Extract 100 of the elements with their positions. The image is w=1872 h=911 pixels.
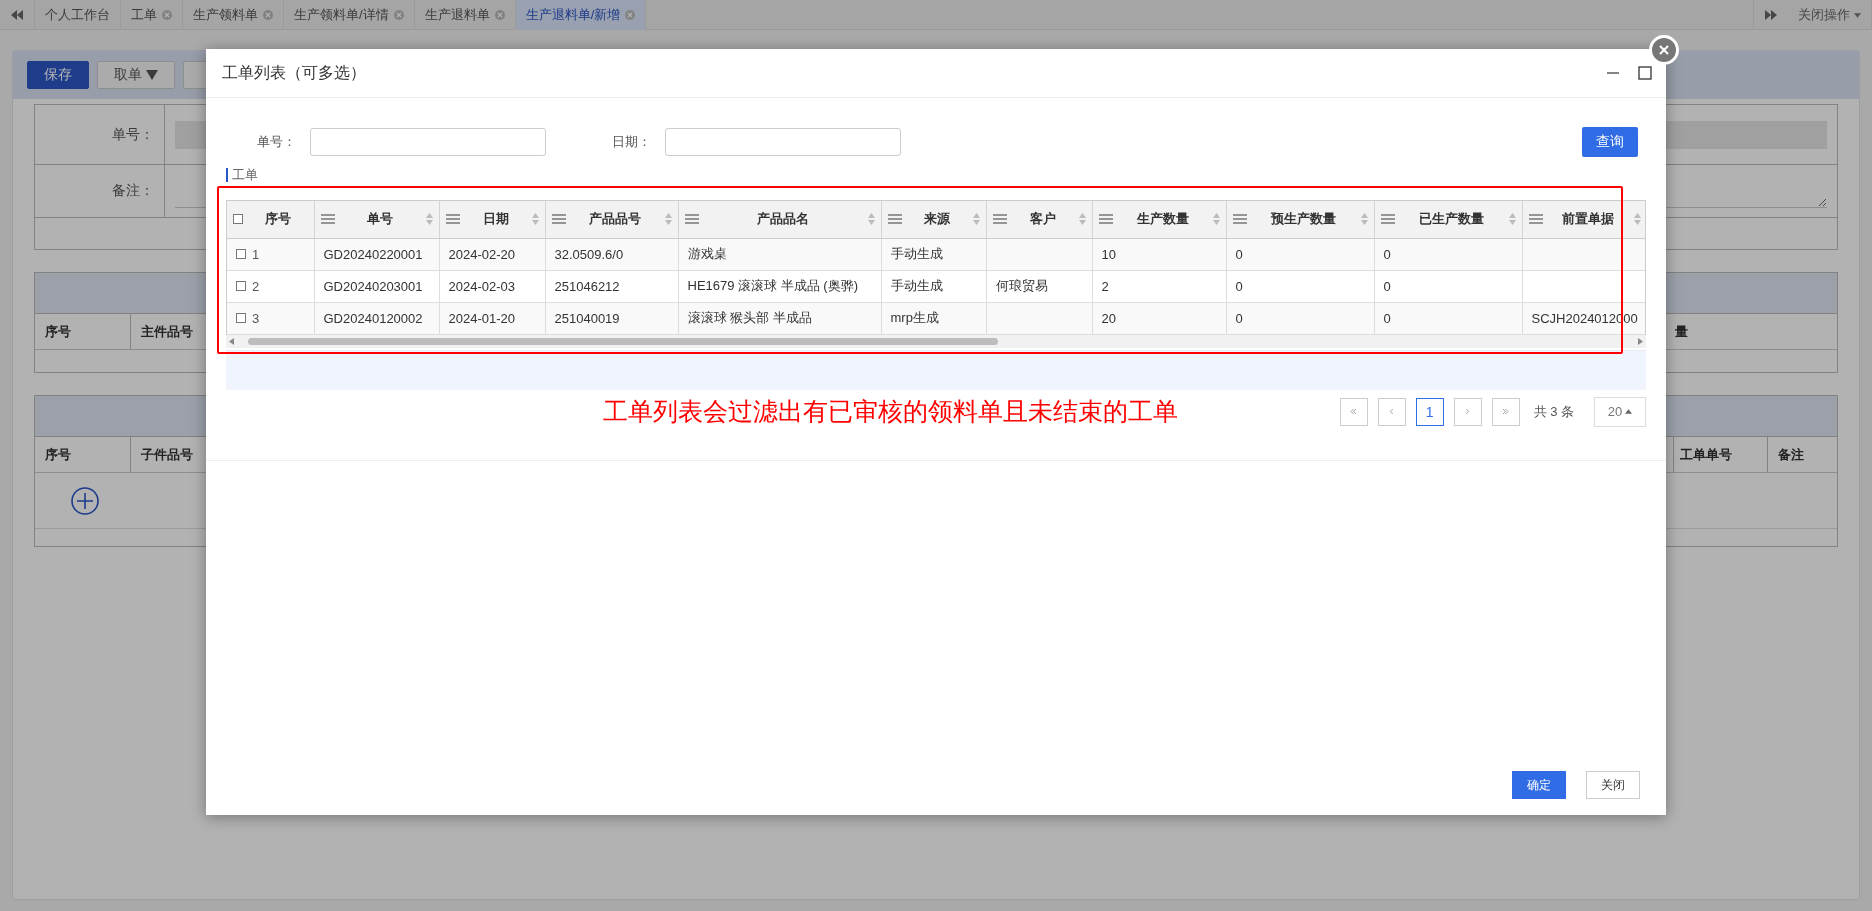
- sort-icon[interactable]: [425, 213, 433, 226]
- filter-label: 单号：: [256, 133, 297, 151]
- column-header: 量: [1674, 322, 1689, 341]
- input-field[interactable]: [665, 128, 901, 156]
- page-size-select[interactable]: 20: [1594, 396, 1646, 427]
- menu-icon[interactable]: [1528, 214, 1543, 225]
- table-cell: mrp生成: [881, 302, 986, 334]
- column-header[interactable]: 产品品名: [678, 201, 881, 238]
- confirm-button[interactable]: 确定: [1512, 771, 1566, 799]
- checkbox[interactable]: [233, 214, 243, 225]
- column-header[interactable]: 日期: [439, 201, 545, 238]
- previous-page-button[interactable]: [1377, 397, 1406, 426]
- sort-icon[interactable]: [531, 213, 539, 226]
- tab[interactable]: 生产领料单/详情: [284, 0, 415, 30]
- menu-icon[interactable]: [1232, 214, 1247, 225]
- close-button[interactable]: 关闭: [1586, 771, 1640, 799]
- close-icon[interactable]: [494, 10, 505, 20]
- close-actions-menu[interactable]: 关闭操作: [1788, 0, 1872, 30]
- sort-icon[interactable]: [867, 213, 875, 226]
- checkbox[interactable]: [236, 280, 246, 291]
- menu-icon[interactable]: [1098, 214, 1113, 225]
- sort-icon[interactable]: [1212, 213, 1220, 226]
- sort-icon[interactable]: [1633, 213, 1641, 226]
- menu-icon[interactable]: [551, 214, 566, 225]
- close-icon[interactable]: [263, 10, 273, 20]
- column-header: 序号: [35, 437, 131, 472]
- column-header[interactable]: 预生产数量: [1226, 201, 1374, 238]
- caret-icon: [1625, 409, 1633, 414]
- column-header[interactable]: 产品品号: [545, 201, 678, 238]
- table-cell: HE1679 滚滚球 半成品 (奥骅): [678, 270, 881, 302]
- column-header[interactable]: 序号: [227, 201, 314, 238]
- table-cell: GD20240120002: [314, 302, 439, 334]
- save-button[interactable]: 保存: [27, 61, 89, 89]
- table-cell: 2024-02-03: [439, 270, 545, 302]
- tab[interactable]: 生产退料单/新增: [515, 0, 647, 30]
- sort-icon[interactable]: [664, 213, 672, 226]
- menu-icon[interactable]: [684, 214, 699, 225]
- field-label: 备注：: [35, 165, 165, 217]
- double-right-chevron-icon: [1502, 409, 1510, 414]
- column-header: 主件品号: [140, 322, 194, 341]
- column-header: 备注: [1777, 445, 1805, 464]
- input-field[interactable]: [310, 128, 546, 156]
- sort-icon[interactable]: [1508, 213, 1516, 226]
- menu-icon[interactable]: [1380, 214, 1395, 225]
- sort-icon[interactable]: [972, 213, 980, 226]
- table-cell: 0: [1374, 238, 1522, 270]
- table-cell: 2024-02-20: [439, 238, 545, 270]
- table-cell: GD20240220001: [314, 238, 439, 270]
- close-icon[interactable]: [625, 10, 636, 20]
- column-header[interactable]: 生产数量: [1092, 201, 1226, 238]
- sort-icon[interactable]: [1078, 213, 1086, 226]
- table-cell: 251046212: [545, 270, 678, 302]
- tab[interactable]: 个人工作台: [35, 0, 121, 30]
- table-cell: 32.0509.6/0: [545, 238, 678, 270]
- right-chevron-icon: [1464, 409, 1472, 414]
- page-button[interactable]: 1: [1415, 397, 1444, 426]
- table-cell: 0: [1374, 270, 1522, 302]
- close-icon[interactable]: [1659, 45, 1669, 55]
- tab[interactable]: 生产领料单: [183, 0, 284, 30]
- dialog-title: 工单列表（可多选）: [222, 62, 367, 83]
- table-cell: 0: [1226, 270, 1374, 302]
- table-cell: 0: [1374, 302, 1522, 334]
- next-page-button[interactable]: [1453, 397, 1482, 426]
- column-header[interactable]: 客户: [986, 201, 1092, 238]
- table-cell: 251040019: [545, 302, 678, 334]
- menu-icon[interactable]: [320, 214, 335, 225]
- table-cell: 游戏桌: [678, 238, 881, 270]
- column-header[interactable]: 单号: [314, 201, 439, 238]
- first-page-button[interactable]: [1339, 397, 1368, 426]
- annotation-text: 工单列表会过滤出有已审核的领料单且未结束的工单: [603, 396, 1179, 427]
- tab[interactable]: 生产退料单: [414, 0, 516, 30]
- column-header[interactable]: 来源: [881, 201, 986, 238]
- filter-label: 日期：: [611, 133, 652, 151]
- dropdown-button[interactable]: 取单: [97, 61, 175, 89]
- checkbox[interactable]: [236, 312, 246, 323]
- column-header: 子件品号: [140, 445, 194, 464]
- menu-icon[interactable]: [992, 214, 1007, 225]
- table-cell: 0: [1226, 302, 1374, 334]
- last-page-button[interactable]: [1491, 397, 1520, 426]
- double-left-arrow-icon: [10, 8, 24, 22]
- left-chevron-icon: [1388, 409, 1396, 414]
- maximize-icon[interactable]: [1638, 66, 1652, 80]
- field-label: 单号：: [35, 105, 165, 164]
- table-cell: 20: [1092, 302, 1226, 334]
- table-cell: 10: [1092, 238, 1226, 270]
- close-icon[interactable]: [162, 10, 172, 20]
- tab[interactable]: 工单: [121, 0, 183, 30]
- sort-icon[interactable]: [1360, 213, 1368, 226]
- column-header[interactable]: 前置单据: [1522, 201, 1645, 238]
- close-button[interactable]: [1649, 35, 1679, 65]
- double-left-chevron-icon: [1350, 409, 1358, 414]
- checkbox[interactable]: [236, 248, 246, 259]
- column-header[interactable]: 已生产数量: [1374, 201, 1522, 238]
- total-count: 共 3 条: [1533, 402, 1574, 421]
- menu-icon[interactable]: [887, 214, 902, 225]
- close-icon[interactable]: [393, 10, 404, 20]
- table-cell: 滚滚球 猴头部 半成品: [678, 302, 881, 334]
- menu-icon[interactable]: [445, 214, 460, 225]
- add-icon[interactable]: [70, 485, 100, 516]
- search-button[interactable]: 查询: [1582, 127, 1638, 157]
